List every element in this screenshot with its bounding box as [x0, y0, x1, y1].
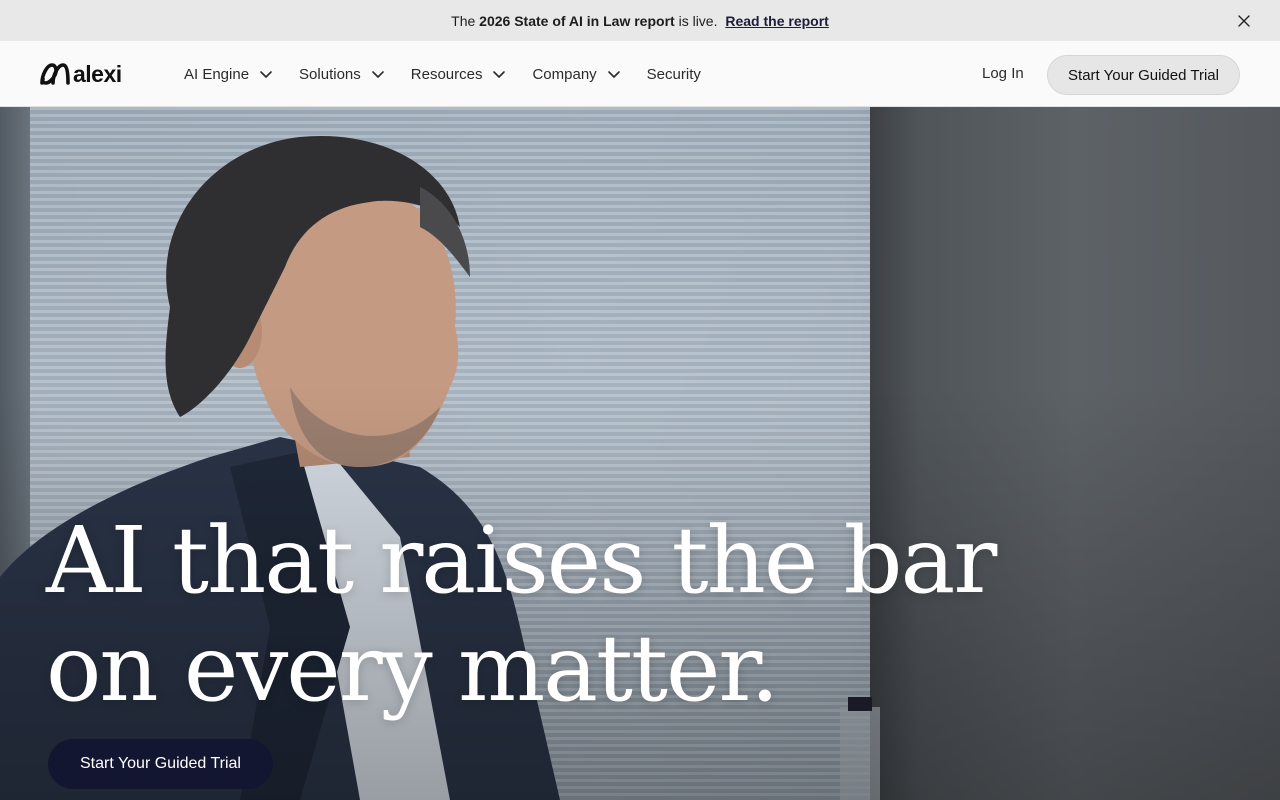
hero-headline-line-1: AI that raises the bar — [46, 507, 997, 614]
chevron-down-icon — [607, 71, 620, 78]
nav-resources-label: Resources — [410, 65, 483, 83]
close-icon[interactable] — [1234, 11, 1254, 31]
nav-solutions-label: Solutions — [299, 65, 361, 83]
nav-security-label: Security — [646, 65, 701, 83]
nav-company-label: Company — [532, 65, 597, 83]
nav-ai-engine[interactable]: AI Engine — [184, 66, 273, 83]
announcement-text: The 2026 State of AI in Law report is li… — [451, 13, 829, 29]
alexi-logo-icon — [40, 63, 70, 85]
announcement-report-title: 2026 State of AI in Law report — [479, 12, 675, 29]
nav-security[interactable]: Security — [647, 66, 701, 83]
announcement-prefix: The — [451, 12, 476, 29]
hero-headline-line-2: on every matter. — [46, 615, 780, 722]
announcement-suffix: is live. — [678, 12, 718, 29]
start-trial-button-nav[interactable]: Start Your Guided Trial — [1047, 55, 1240, 95]
nav-company[interactable]: Company — [532, 66, 620, 83]
chevron-down-icon — [371, 71, 384, 78]
read-report-link[interactable]: Read the report — [725, 13, 828, 29]
start-trial-button-hero[interactable]: Start Your Guided Trial — [48, 739, 273, 789]
announcement-bar: The 2026 State of AI in Law report is li… — [0, 0, 1280, 41]
hero-section: AI that raises the bar on every matter. … — [0, 107, 1280, 800]
logo[interactable]: alexi — [40, 61, 122, 87]
hero-headline: AI that raises the bar on every matter. — [46, 507, 997, 723]
nav-solutions[interactable]: Solutions — [299, 66, 385, 83]
nav-resources[interactable]: Resources — [411, 66, 507, 83]
chevron-down-icon — [493, 71, 506, 78]
top-nav: alexi AI Engine Solutions Resources Comp… — [0, 41, 1280, 107]
logo-text: alexi — [73, 61, 122, 87]
nav-ai-engine-label: AI Engine — [184, 65, 250, 83]
chevron-down-icon — [260, 71, 272, 78]
login-link[interactable]: Log In — [982, 65, 1024, 82]
main-menu: AI Engine Solutions Resources Company Se… — [184, 41, 701, 107]
